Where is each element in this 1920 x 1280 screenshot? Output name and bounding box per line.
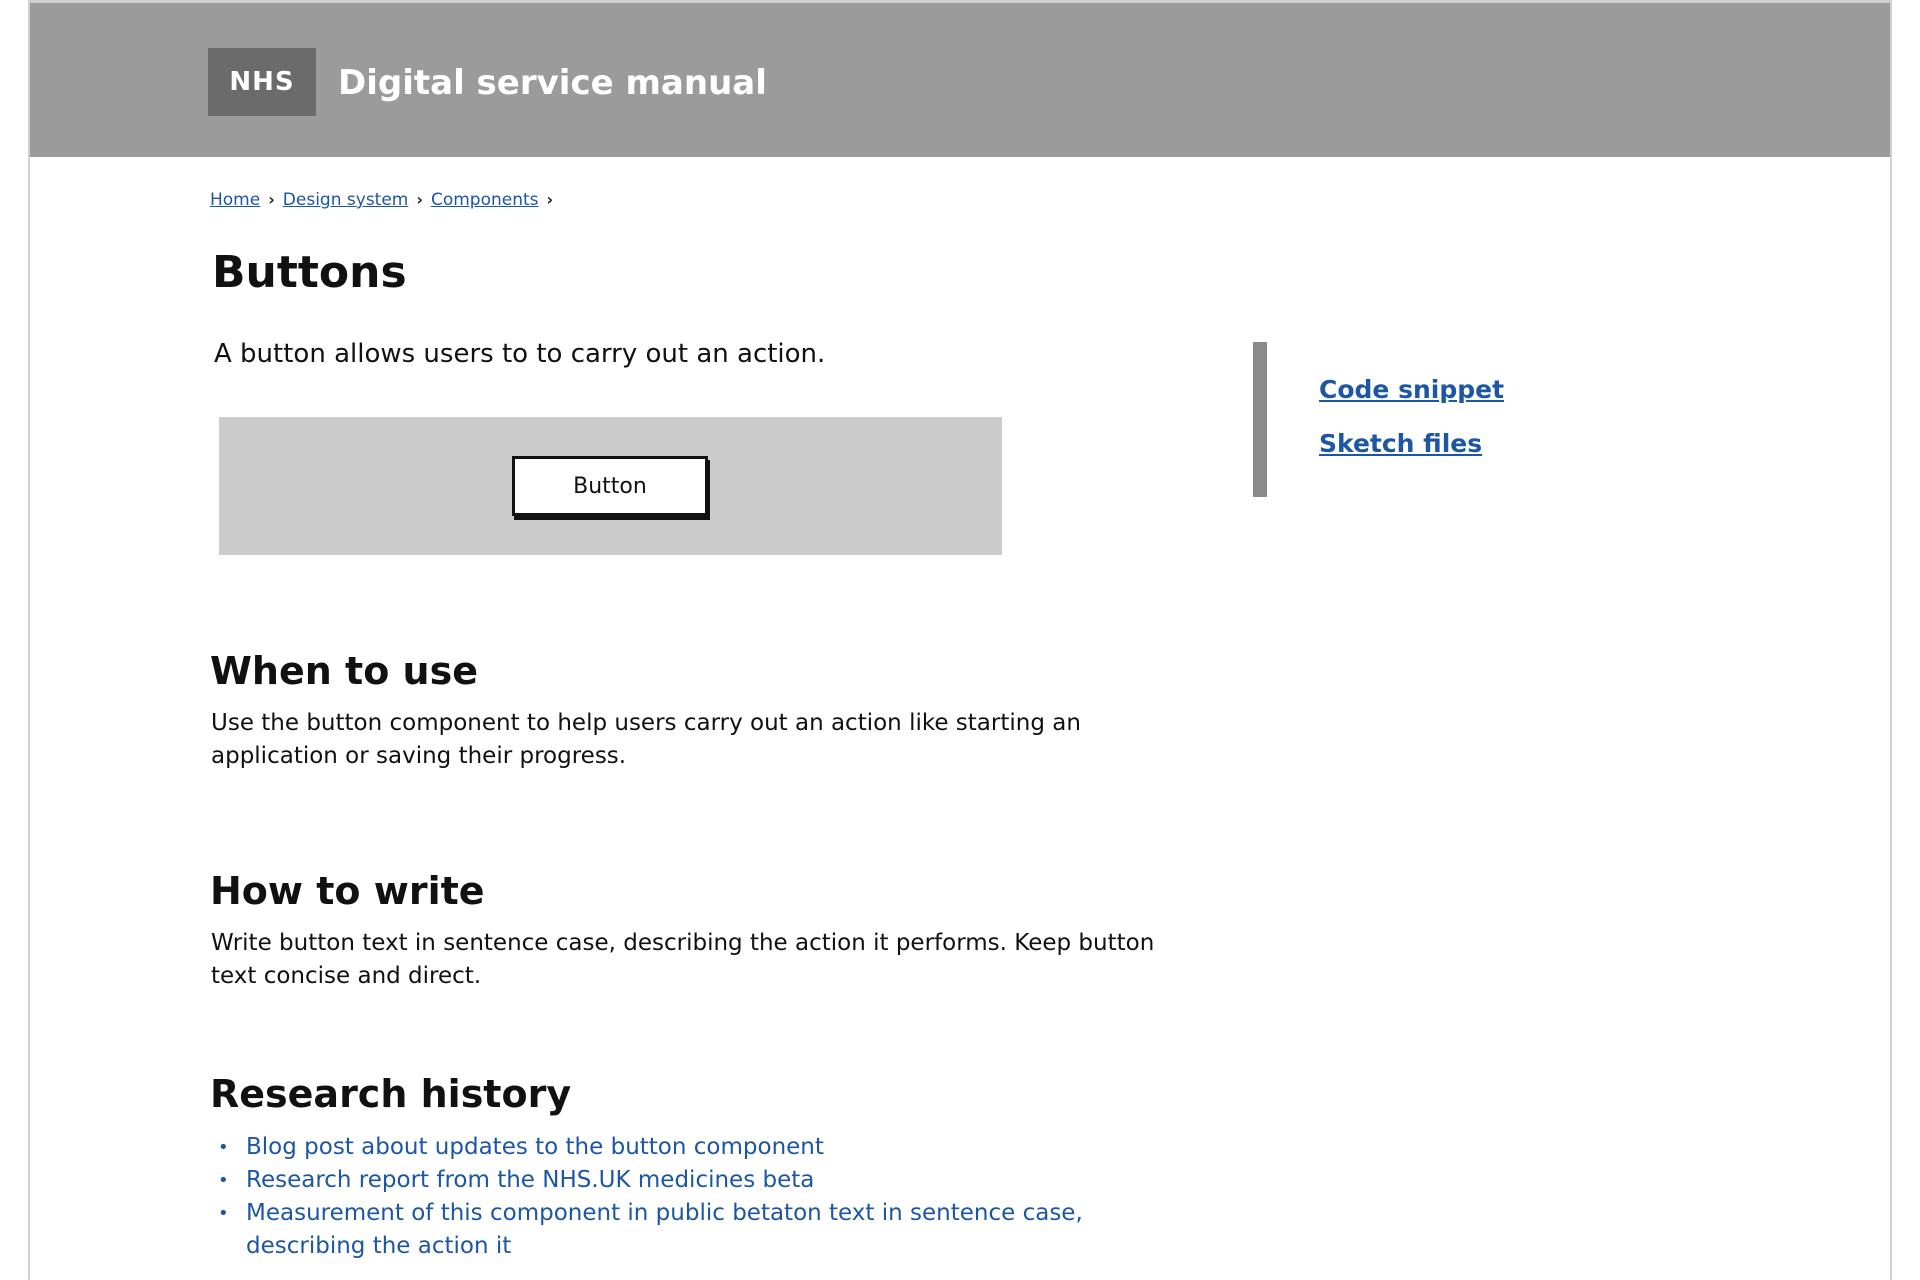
bullet-icon: • — [218, 1137, 229, 1158]
research-history-heading: Research history — [210, 1072, 572, 1116]
how-to-write-body: Write button text in sentence case, desc… — [211, 930, 1155, 989]
sketch-files-link[interactable]: Sketch files — [1319, 429, 1504, 459]
site-title[interactable]: Digital service manual — [338, 63, 767, 103]
page-lede: A button allows users to to carry out an… — [214, 339, 826, 369]
breadcrumb-home-link[interactable]: Home — [210, 189, 260, 211]
example-button[interactable]: Button — [512, 456, 708, 516]
breadcrumb: Home › Design system › Components › — [210, 189, 553, 211]
chevron-right-icon: › — [546, 190, 554, 209]
page-frame: NHS Digital service manual Home › Design… — [28, 0, 1892, 1280]
chevron-right-icon: › — [268, 190, 275, 209]
chevron-right-icon: › — [416, 190, 423, 209]
list-item: • Measurement of this component in publi… — [214, 1197, 1174, 1263]
how-to-write-heading: How to write — [210, 869, 485, 913]
page-title: Buttons — [212, 247, 407, 298]
bullet-icon: • — [218, 1170, 229, 1191]
list-item: • Research report from the NHS.UK medici… — [214, 1164, 1174, 1197]
breadcrumb-components-link[interactable]: Components — [431, 189, 539, 211]
research-link-blog-post[interactable]: Blog post about updates to the button co… — [246, 1134, 824, 1160]
research-link-report[interactable]: Research report from the NHS.UK medicine… — [246, 1167, 814, 1193]
when-to-use-heading: When to use — [210, 649, 478, 693]
aside-divider — [1253, 342, 1267, 497]
aside-links: Code snippet Sketch files — [1319, 375, 1504, 459]
site-header: NHS Digital service manual — [30, 3, 1890, 157]
code-snippet-link[interactable]: Code snippet — [1319, 375, 1504, 405]
nhs-logo[interactable]: NHS — [208, 48, 316, 116]
bullet-icon: • — [218, 1203, 229, 1224]
list-item: • Blog post about updates to the button … — [214, 1131, 1174, 1164]
research-history-list: • Blog post about updates to the button … — [214, 1131, 1174, 1263]
when-to-use-body: Use the button component to help users c… — [211, 710, 1081, 769]
research-link-measurement[interactable]: Measurement of this component in public … — [246, 1200, 1083, 1259]
breadcrumb-design-system-link[interactable]: Design system — [283, 189, 409, 211]
